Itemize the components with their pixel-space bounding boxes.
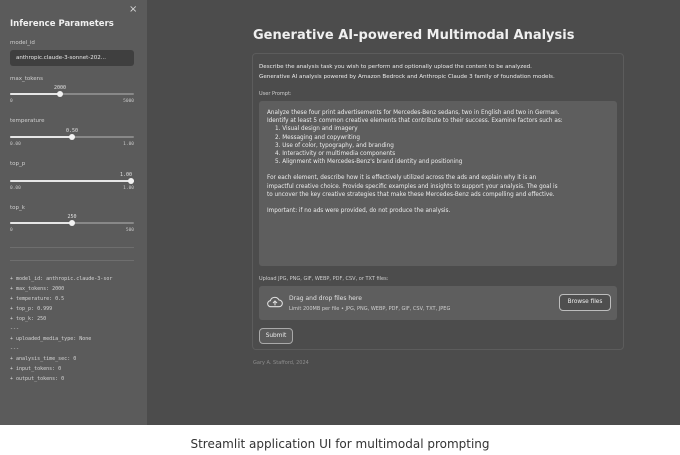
log-line: + top_k: 250 xyxy=(10,316,47,322)
prompt-line: Identify at least 5 common creative elem… xyxy=(267,118,563,125)
slider-max: 1.00 xyxy=(123,142,134,147)
slider-max: 500 xyxy=(125,228,134,233)
log-line: --- xyxy=(10,326,20,332)
slider-thumb[interactable] xyxy=(57,91,63,97)
footer-credit: Gary A. Stafford, 2024 xyxy=(253,360,309,366)
divider xyxy=(10,260,134,261)
slider-thumb[interactable] xyxy=(69,134,75,140)
log-line: + temperature: 0.5 xyxy=(10,296,65,302)
figure-caption: Streamlit application UI for multimodal … xyxy=(190,437,490,451)
description: Describe the analysis task you wish to p… xyxy=(259,62,555,82)
log-line: + analysis_time_sec: 0 xyxy=(10,356,77,362)
analysis-form: Describe the analysis task you wish to p… xyxy=(252,53,624,350)
slider-min: 0.00 xyxy=(10,186,21,191)
model-id-label: model_id xyxy=(10,40,35,46)
dropzone-instructions: Drag and drop files here xyxy=(289,295,362,302)
prompt-line: to uncover the key creative strategies t… xyxy=(267,191,555,198)
description-line: Generative AI analysis powered by Amazon… xyxy=(259,74,555,80)
slider-min: 0 xyxy=(10,99,13,104)
cloud-upload-icon xyxy=(267,296,283,308)
close-sidebar-icon[interactable]: × xyxy=(129,4,137,15)
slider-min: 0.00 xyxy=(10,142,21,147)
slider-fill xyxy=(10,222,72,224)
prompt-line: impactful creative choice. Provide speci… xyxy=(267,183,558,190)
submit-button[interactable]: Submit xyxy=(259,328,293,344)
log-line: + input_tokens: 0 xyxy=(10,366,62,372)
log-line: + uploaded_media_type: None xyxy=(10,336,92,342)
prompt-list-item: 3. Use of color, typography, and brandin… xyxy=(275,142,394,149)
slider-fill xyxy=(10,180,134,182)
log-line: + output_tokens: 0 xyxy=(10,376,65,382)
log-line: --- xyxy=(10,346,20,352)
dropzone-limits: Limit 200MB per file • JPG, PNG, WEBP, P… xyxy=(289,306,451,312)
slider-label-max-tokens: max_tokens xyxy=(10,76,43,82)
sidebar: × Inference Parameters model_id anthropi… xyxy=(0,0,147,425)
model-id-select[interactable]: anthropic.claude-3-sonnet-202... xyxy=(10,50,134,66)
prompt-list-item: 1. Visual design and imagery xyxy=(275,126,358,133)
log-line: + model_id: anthropic.claude-3-sor xyxy=(10,276,113,282)
slider-fill xyxy=(10,93,60,95)
slider-thumb[interactable] xyxy=(69,220,75,226)
log-line: + top_p: 0.999 xyxy=(10,306,53,312)
parameter-log: + model_id: anthropic.claude-3-sor + max… xyxy=(10,276,140,386)
slider-label-temperature: temperature xyxy=(10,118,45,124)
slider-max: 1.00 xyxy=(123,186,134,191)
main-content: Generative AI-powered Multimodal Analysi… xyxy=(147,0,680,425)
divider xyxy=(10,247,134,248)
prompt-list-item: 2. Messaging and copywriting xyxy=(275,134,360,141)
prompt-list-item: 5. Alignment with Mercedes-Benz's brand … xyxy=(275,159,463,166)
user-prompt-textarea[interactable]: Analyze these four print advertisements … xyxy=(259,101,617,266)
prompt-label: User Prompt: xyxy=(259,91,292,97)
prompt-line: Important: if no ads were provided, do n… xyxy=(267,208,451,215)
prompt-list-item: 4. Interactivity or multimedia component… xyxy=(275,151,396,158)
prompt-line: For each element, describe how it is eff… xyxy=(267,175,537,182)
sidebar-title: Inference Parameters xyxy=(10,19,114,29)
top-k-slider[interactable]: 250 0 500 xyxy=(10,214,134,238)
file-dropzone[interactable]: Drag and drop files here Limit 200MB per… xyxy=(259,286,617,320)
slider-min: 0 xyxy=(10,228,13,233)
slider-max: 5000 xyxy=(123,99,134,104)
slider-label-top-k: top_k xyxy=(10,205,25,211)
log-line: + max_tokens: 2000 xyxy=(10,286,65,292)
upload-label: Upload JPG, PNG, GIF, WEBP, PDF, CSV, or… xyxy=(259,276,389,282)
streamlit-app: × Inference Parameters model_id anthropi… xyxy=(0,0,680,425)
slider-thumb[interactable] xyxy=(128,178,134,184)
top-p-slider[interactable]: 1.00 0.00 1.00 xyxy=(10,172,134,196)
page-title: Generative AI-powered Multimodal Analysi… xyxy=(253,28,575,43)
slider-label-top-p: top_p xyxy=(10,161,26,167)
description-line: Describe the analysis task you wish to p… xyxy=(259,64,532,70)
prompt-line: Analyze these four print advertisements … xyxy=(267,110,560,116)
temperature-slider[interactable]: 0.50 0.00 1.00 xyxy=(10,128,134,152)
slider-fill xyxy=(10,136,72,138)
browse-files-button[interactable]: Browse files xyxy=(559,294,611,311)
max-tokens-slider[interactable]: 2000 0 5000 xyxy=(10,85,134,109)
